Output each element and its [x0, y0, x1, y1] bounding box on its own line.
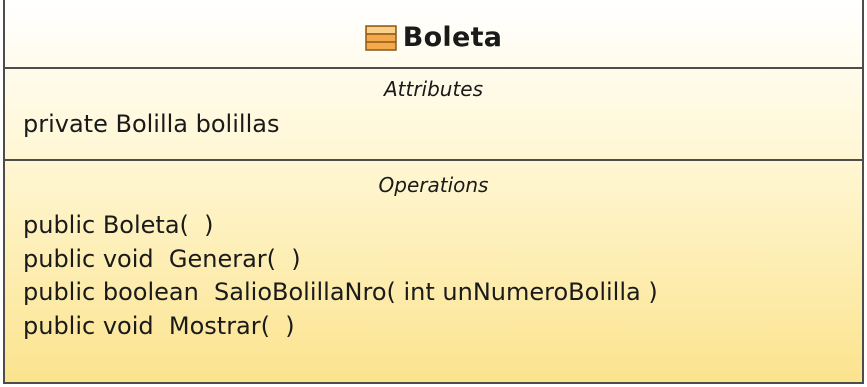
attributes-compartment: Attributes private Bolilla bolillas	[5, 69, 862, 161]
operations-title: Operations	[378, 173, 489, 197]
class-header: Boleta	[5, 0, 862, 69]
operation-item[interactable]: public Boleta( )	[23, 209, 862, 243]
uml-class-icon	[364, 24, 397, 51]
uml-class-box[interactable]: Boleta Attributes private Bolilla bolill…	[3, 0, 864, 384]
class-name: Boleta	[402, 22, 503, 53]
attribute-item[interactable]: private Bolilla bolillas	[23, 109, 862, 140]
operation-item[interactable]: public void Mostrar( )	[23, 310, 862, 344]
operations-compartment: Operations public Boleta( ) public void …	[5, 161, 862, 343]
attributes-title: Attributes	[383, 77, 484, 101]
operation-item[interactable]: public boolean SalioBolillaNro( int unNu…	[23, 276, 862, 310]
operation-item[interactable]: public void Generar( )	[23, 243, 862, 277]
